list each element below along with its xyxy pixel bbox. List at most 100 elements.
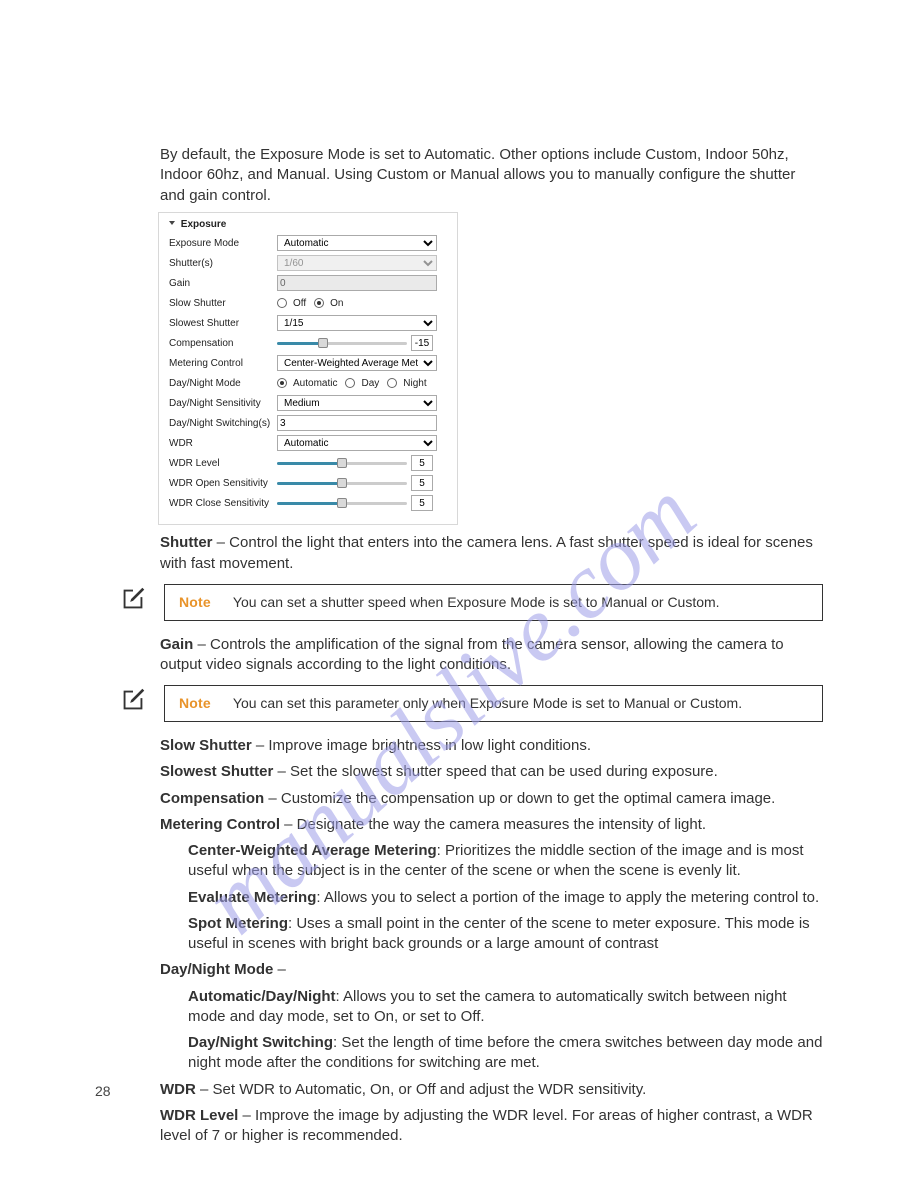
note-label-2: Note bbox=[179, 695, 211, 711]
panel-legend: Exposure bbox=[169, 218, 447, 232]
label-metering: Metering Control bbox=[169, 357, 277, 371]
def-slowest-shutter: Slowest Shutter – Set the slowest shutte… bbox=[160, 762, 823, 782]
radio-label-night: Night bbox=[403, 377, 426, 391]
radio-slow-shutter-off[interactable] bbox=[277, 298, 287, 308]
page-number: 28 bbox=[95, 1082, 111, 1101]
term-slowest-shutter: Slowest Shutter bbox=[160, 763, 273, 780]
def-cwam: Center-Weighted Average Metering: Priori… bbox=[188, 841, 823, 882]
row-daynight-sens: Day/Night Sensitivity Medium bbox=[169, 394, 447, 412]
label-exposure-mode: Exposure Mode bbox=[169, 237, 277, 251]
term-slow-shutter: Slow Shutter bbox=[160, 737, 252, 754]
input-wdr-open[interactable] bbox=[411, 475, 433, 491]
panel-legend-text: Exposure bbox=[181, 219, 227, 230]
term-shutter: Shutter bbox=[160, 534, 213, 551]
term-spot: Spot Metering bbox=[188, 915, 288, 932]
radio-dn-night[interactable] bbox=[387, 378, 397, 388]
text-eval: : Allows you to select a portion of the … bbox=[316, 889, 819, 906]
def-spot: Spot Metering: Uses a small point in the… bbox=[188, 914, 823, 955]
term-metering: Metering Control bbox=[160, 816, 280, 833]
term-wdr-level: WDR Level bbox=[160, 1107, 238, 1124]
def-metering: Metering Control – Designate the way the… bbox=[160, 815, 823, 835]
radio-slow-shutter-on[interactable] bbox=[314, 298, 324, 308]
def-eval: Evaluate Metering: Allows you to select … bbox=[188, 888, 823, 908]
text-shutter: – Control the light that enters into the… bbox=[160, 534, 813, 571]
def-auto-dn: Automatic/Day/Night: Allows you to set t… bbox=[188, 987, 823, 1028]
input-wdr-close[interactable] bbox=[411, 495, 433, 511]
radio-dn-day[interactable] bbox=[345, 378, 355, 388]
select-metering[interactable]: Center-Weighted Average Metering bbox=[277, 355, 437, 371]
note-2: Note You can set this parameter only when… bbox=[118, 685, 823, 722]
row-slow-shutter: Slow Shutter Off On bbox=[169, 294, 447, 312]
slider-compensation[interactable] bbox=[277, 337, 407, 349]
def-dn-switch: Day/Night Switching: Set the length of t… bbox=[188, 1033, 823, 1074]
input-daynight-switch[interactable] bbox=[277, 415, 437, 431]
row-daynight-switch: Day/Night Switching(s) bbox=[169, 414, 447, 432]
input-wdr-level[interactable] bbox=[411, 455, 433, 471]
label-daynight-sens: Day/Night Sensitivity bbox=[169, 397, 277, 411]
slider-wdr-level[interactable] bbox=[277, 457, 407, 469]
label-gain: Gain bbox=[169, 277, 277, 291]
row-daynight-mode: Day/Night Mode Automatic Day Night bbox=[169, 374, 447, 392]
select-exposure-mode[interactable]: Automatic bbox=[277, 235, 437, 251]
note-text-2: You can set this parameter only when Exp… bbox=[233, 695, 742, 711]
text-slow-shutter: – Improve image brightness in low light … bbox=[252, 737, 591, 754]
row-exposure-mode: Exposure Mode Automatic bbox=[169, 234, 447, 252]
term-compensation: Compensation bbox=[160, 790, 264, 807]
def-wdr: WDR – Set WDR to Automatic, On, or Off a… bbox=[160, 1080, 823, 1100]
row-metering: Metering Control Center-Weighted Average… bbox=[169, 354, 447, 372]
label-shutter: Shutter(s) bbox=[169, 257, 277, 271]
select-slowest-shutter[interactable]: 1/15 bbox=[277, 315, 437, 331]
label-wdr: WDR bbox=[169, 437, 277, 451]
radio-label-on: On bbox=[330, 297, 343, 311]
text-compensation: – Customize the compensation up or down … bbox=[264, 790, 775, 807]
row-wdr-level: WDR Level bbox=[169, 454, 447, 472]
radio-label-off: Off bbox=[293, 297, 306, 311]
radio-dn-auto[interactable] bbox=[277, 378, 287, 388]
select-daynight-sens[interactable]: Medium bbox=[277, 395, 437, 411]
note-box-2: Note You can set this parameter only when… bbox=[164, 685, 823, 722]
term-auto-dn: Automatic/Day/Night bbox=[188, 988, 336, 1005]
term-gain: Gain bbox=[160, 636, 193, 653]
row-shutter: Shutter(s) 1/60 bbox=[169, 254, 447, 272]
text-gain: – Controls the amplification of the sign… bbox=[160, 636, 784, 673]
row-wdr-open: WDR Open Sensitivity bbox=[169, 474, 447, 492]
input-compensation[interactable] bbox=[411, 335, 433, 351]
def-compensation: Compensation – Customize the compensatio… bbox=[160, 789, 823, 809]
text-metering: – Designate the way the camera measures … bbox=[280, 816, 706, 833]
text-wdr: – Set WDR to Automatic, On, or Off and a… bbox=[196, 1081, 646, 1098]
slider-wdr-close[interactable] bbox=[277, 497, 407, 509]
row-slowest-shutter: Slowest Shutter 1/15 bbox=[169, 314, 447, 332]
def-gain: Gain – Controls the amplification of the… bbox=[160, 635, 823, 676]
select-wdr[interactable]: Automatic bbox=[277, 435, 437, 451]
pencil-note-icon bbox=[118, 584, 148, 614]
intro-paragraph: By default, the Exposure Mode is set to … bbox=[160, 145, 823, 206]
input-gain bbox=[277, 275, 437, 291]
row-gain: Gain bbox=[169, 274, 447, 292]
label-compensation: Compensation bbox=[169, 337, 277, 351]
term-dn-switch: Day/Night Switching bbox=[188, 1034, 333, 1051]
exposure-panel: Exposure Exposure Mode Automatic Shutter… bbox=[158, 212, 458, 526]
note-1: Note You can set a shutter speed when Exp… bbox=[118, 584, 823, 621]
term-eval: Evaluate Metering bbox=[188, 889, 316, 906]
text-slowest-shutter: – Set the slowest shutter speed that can… bbox=[273, 763, 717, 780]
radio-label-day: Day bbox=[361, 377, 379, 391]
note-label-1: Note bbox=[179, 594, 211, 610]
def-slow-shutter: Slow Shutter – Improve image brightness … bbox=[160, 736, 823, 756]
row-wdr: WDR Automatic bbox=[169, 434, 447, 452]
def-daynight: Day/Night Mode – bbox=[160, 960, 823, 980]
note-text-1: You can set a shutter speed when Exposur… bbox=[233, 594, 720, 610]
label-wdr-close: WDR Close Sensitivity bbox=[169, 497, 277, 511]
label-slowest-shutter: Slowest Shutter bbox=[169, 317, 277, 331]
page-content: By default, the Exposure Mode is set to … bbox=[0, 0, 918, 1146]
radio-label-auto: Automatic bbox=[293, 377, 337, 391]
row-wdr-close: WDR Close Sensitivity bbox=[169, 494, 447, 512]
text-daynight: – bbox=[273, 961, 286, 978]
term-cwam: Center-Weighted Average Metering bbox=[188, 842, 437, 859]
label-slow-shutter: Slow Shutter bbox=[169, 297, 277, 311]
row-compensation: Compensation bbox=[169, 334, 447, 352]
slider-wdr-open[interactable] bbox=[277, 477, 407, 489]
label-wdr-open: WDR Open Sensitivity bbox=[169, 477, 277, 491]
collapse-icon[interactable] bbox=[169, 221, 175, 225]
label-daynight-switch: Day/Night Switching(s) bbox=[169, 417, 277, 431]
term-daynight: Day/Night Mode bbox=[160, 961, 273, 978]
